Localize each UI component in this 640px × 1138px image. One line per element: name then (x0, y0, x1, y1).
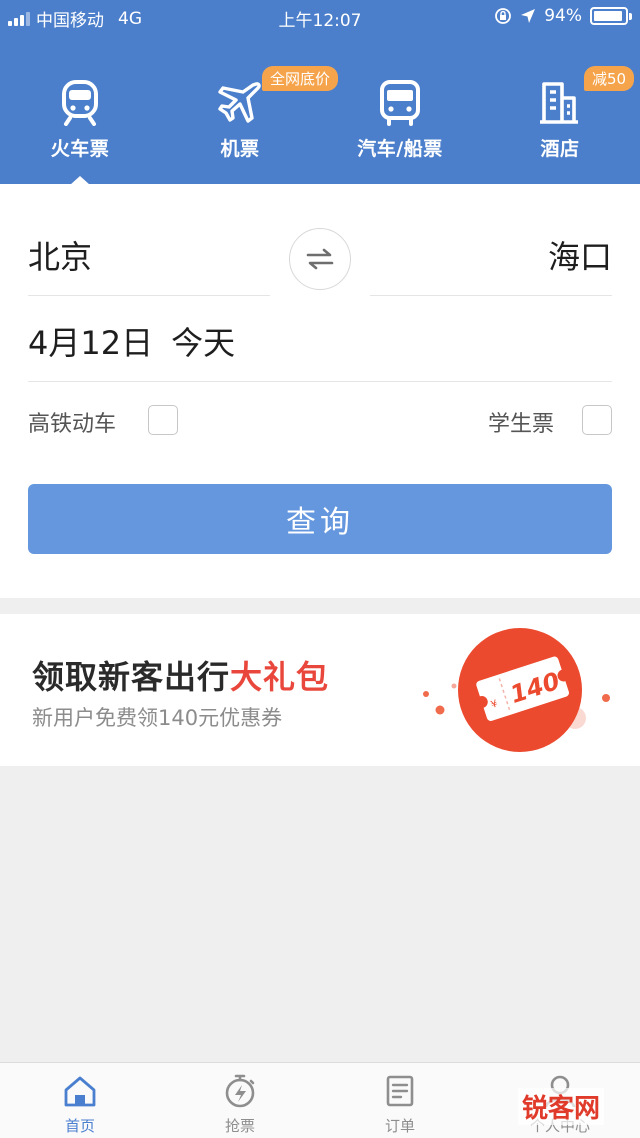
tab-bus-ship-label: 汽车/船票 (357, 138, 443, 160)
promo-subtitle: 新用户免费领140元优惠券 (32, 706, 283, 730)
promo-title-highlight: 大礼包 (230, 658, 330, 696)
status-bar: 中国移动 4G 上午12:07 94% (0, 0, 640, 34)
promo-title: 领取新客出行大礼包 (32, 652, 329, 698)
bus-icon (380, 80, 420, 126)
from-city[interactable]: 北京 (28, 232, 92, 278)
location-icon (521, 9, 536, 23)
to-city-underline (370, 295, 612, 296)
rotation-lock-icon (495, 8, 512, 24)
header: 中国移动 4G 上午12:07 94% 火车票 全网底价 机票 汽车/船票 减5… (0, 0, 640, 185)
home-icon (64, 1076, 96, 1107)
watermark: 锐客网 (518, 1088, 605, 1125)
train-icon (62, 80, 98, 126)
swap-cities-button[interactable] (289, 228, 351, 290)
departure-date[interactable]: 4月12日 今天 (28, 318, 235, 364)
status-right: 94% (494, 6, 632, 26)
date-underline (28, 381, 612, 382)
highspeed-checkbox[interactable] (148, 405, 178, 435)
battery-icon (590, 7, 632, 25)
tab-flight[interactable]: 全网底价 机票 (160, 60, 339, 184)
hotel-icon (540, 82, 578, 124)
tab-grab-ticket[interactable]: 抢票 (160, 1063, 320, 1138)
stopwatch-icon (225, 1074, 255, 1108)
order-icon (386, 1075, 414, 1107)
from-city-underline (28, 295, 270, 296)
category-tabs: 火车票 全网底价 机票 汽车/船票 减50 酒店 (0, 60, 640, 184)
student-label: 学生票 (488, 412, 555, 437)
tab-grab-ticket-label: 抢票 (224, 1117, 255, 1135)
date-value: 4月12日 (28, 324, 154, 362)
promo-banner[interactable]: 领取新客出行大礼包 新用户免费领140元优惠券 ¥ 140 (0, 614, 640, 766)
highspeed-label: 高铁动车 (28, 412, 117, 437)
to-city[interactable]: 海口 (548, 232, 612, 278)
search-form: 北京 海口 4月12日 今天 高铁动车 学生票 查询 (0, 184, 640, 598)
swap-icon (306, 248, 334, 270)
promo-title-main: 领取新客出行 (32, 658, 231, 696)
airplane-icon (218, 82, 261, 123)
tab-orders[interactable]: 订单 (320, 1063, 480, 1138)
tab-bus-ship[interactable]: 汽车/船票 (320, 60, 480, 184)
tab-train[interactable]: 火车票 (0, 60, 160, 184)
tab-hotel-label: 酒店 (540, 138, 580, 160)
date-note: 今天 (171, 324, 236, 362)
tab-hotel[interactable]: 减50 酒店 (480, 60, 640, 184)
tab-orders-label: 订单 (384, 1117, 415, 1135)
tab-train-label: 火车票 (50, 138, 110, 160)
coupon-graphic: ¥ 140 (423, 628, 610, 752)
battery-percent: 94% (544, 6, 582, 26)
tab-home-label: 首页 (64, 1117, 95, 1135)
tab-home[interactable]: 首页 (0, 1063, 160, 1138)
hotel-badge: 减50 (584, 66, 635, 91)
tab-flight-label: 机票 (220, 138, 260, 160)
search-button[interactable]: 查询 (28, 484, 612, 554)
student-checkbox[interactable] (582, 405, 612, 435)
